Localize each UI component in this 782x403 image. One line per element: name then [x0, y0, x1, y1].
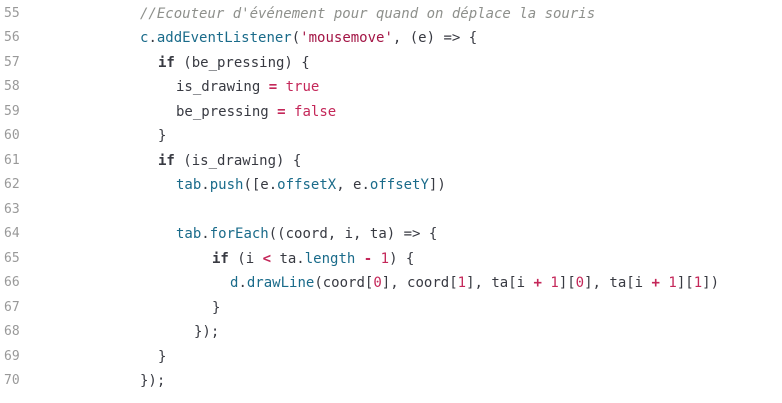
code-token-op: + [533, 275, 542, 291]
code-token-number: 1 [380, 250, 390, 267]
code-token-number: 1 [693, 275, 703, 291]
code-text: //Ecouteur d'événement pour quand on dép… [140, 2, 595, 27]
code-text: } [158, 345, 166, 370]
code-token-plain: is_drawing [176, 79, 269, 95]
code-token-plain: (be_pressing) { [174, 54, 310, 71]
code-token-op: + [651, 275, 660, 291]
code-token-plain: ) { [389, 250, 415, 267]
code-text: c.addEventListener('mousemove', (e) => { [140, 26, 477, 51]
code-token-plain: , e. [336, 177, 370, 193]
code-token-plain: . [201, 177, 210, 193]
code-token-plain: ][ [676, 275, 694, 291]
line-number: 57 [4, 54, 20, 70]
line-number: 66 [4, 275, 20, 290]
code-token-number: 1 [457, 275, 467, 291]
code-token-plain: } [212, 299, 221, 316]
code-text: d.drawLine(coord[0], coord[1], ta[i + 1]… [230, 271, 719, 296]
code-token-plain: ta. [271, 250, 305, 267]
code-text: }); [140, 369, 165, 394]
code-text: }); [194, 320, 219, 345]
code-token-number: 1 [668, 275, 677, 291]
code-token-member: offsetX [277, 177, 337, 193]
code-token-plain: } [158, 348, 167, 365]
code-token-plain: ([e. [243, 177, 278, 193]
code-text: } [158, 124, 166, 149]
code-token-plain: (is_drawing) { [174, 152, 302, 169]
code-token-op: < [262, 250, 272, 267]
code-token-comment: //Ecouteur d'événement pour quand on dép… [140, 5, 596, 22]
code-token-plain: (i [228, 250, 263, 267]
code-token-plain: ((coord, i, ta) => { [268, 226, 438, 242]
code-text: tab.push([e.offsetX, e.offsetY]) [176, 173, 446, 198]
line-number: 58 [4, 79, 20, 94]
code-token-op: = [277, 103, 286, 120]
line-number: 64 [4, 226, 20, 241]
code-token-op: = [268, 79, 278, 95]
line-number: 55 [4, 5, 20, 21]
code-token-member: offsetY [369, 177, 429, 193]
line-number: 60 [4, 128, 20, 143]
code-token-plain: }); [140, 373, 166, 389]
code-token-plain: , (e) => { [392, 30, 478, 46]
code-token-plain: . [148, 30, 157, 46]
code-token-member: push [209, 177, 244, 193]
code-token-keyword: if [158, 54, 175, 71]
code-token-member: tab [176, 177, 202, 193]
code-token-plain: be_pressing [176, 103, 278, 120]
code-text: } [212, 296, 220, 321]
code-token-plain: . [238, 275, 247, 291]
code-token-plain: ], ta[i [584, 275, 652, 291]
line-number: 62 [4, 177, 20, 192]
code-token-member: length [304, 250, 356, 267]
line-number: 69 [4, 348, 20, 364]
code-token-member: forEach [209, 226, 269, 242]
code-token-bool: true [285, 79, 320, 95]
code-token-plain: . [201, 226, 210, 242]
code-token-string: 'mousemove' [300, 30, 393, 46]
code-token-plain: (coord[ [314, 275, 374, 291]
code-token-number: 0 [575, 275, 585, 291]
line-number: 56 [4, 30, 20, 45]
code-token-member: drawLine [246, 275, 315, 291]
code-token-plain: ], ta[i [466, 275, 534, 291]
code-token-plain: ][ [558, 275, 576, 291]
line-number: 67 [4, 299, 20, 315]
code-token-bool: false [294, 103, 337, 120]
line-number: 63 [4, 201, 20, 217]
code-token-keyword: if [212, 250, 229, 267]
code-token-number: 0 [373, 275, 382, 291]
code-text: if (is_drawing) { [158, 149, 301, 174]
line-number: 65 [4, 250, 20, 266]
code-token-number: 1 [550, 275, 559, 291]
code-token-plain: ]) [702, 275, 720, 291]
code-text: is_drawing = true [176, 75, 319, 100]
code-token-plain: } [158, 128, 167, 144]
line-number: 70 [4, 373, 20, 388]
code-token-op: - [363, 250, 373, 267]
line-number: 59 [4, 103, 20, 119]
code-text: be_pressing = false [176, 100, 336, 125]
code-editor[interactable]: 55 //Ecouteur d'événement pour quand on d… [0, 0, 782, 403]
code-text: if (i < ta.length - 1) { [212, 247, 414, 272]
code-text: tab.forEach((coord, i, ta) => { [176, 222, 437, 247]
line-number: 61 [4, 152, 20, 168]
code-token-member: addEventListener [156, 30, 292, 46]
code-text: if (be_pressing) { [158, 51, 310, 76]
code-token-plain: ( [291, 30, 301, 46]
code-token-plain: ], coord[ [381, 275, 458, 291]
code-token-keyword: if [158, 152, 175, 169]
code-token-plain: ]) [428, 177, 446, 193]
line-number: 68 [4, 324, 20, 339]
code-token-plain: }); [194, 324, 220, 340]
code-token-member: tab [176, 226, 202, 242]
